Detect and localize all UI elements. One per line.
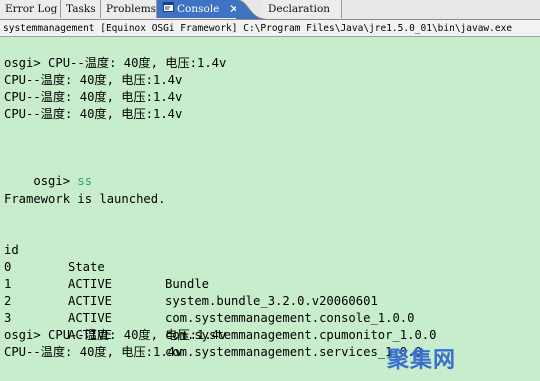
- console-prompt: osgi>: [33, 174, 78, 188]
- console-line: Framework is launched.: [4, 192, 166, 206]
- table-row: 3 ACTIVE com.systemmanagement.services_1…: [4, 293, 524, 359]
- bundle-state: ACTIVE: [68, 311, 113, 325]
- console-line: osgi> CPU--温度: 40度, 电压:1.4v: [4, 56, 227, 70]
- view-tab-bar: Error Log Tasks Problems Console ✕ Decla…: [0, 0, 540, 20]
- tab-error-log-label: Error Log: [5, 3, 58, 15]
- tab-declaration[interactable]: Declaration: [262, 0, 342, 18]
- console-line: CPU--温度: 40度, 电压:1.4v: [4, 90, 183, 104]
- tab-problems-label: Problems: [106, 3, 157, 15]
- tab-problems[interactable]: Problems: [101, 0, 157, 18]
- console-launch-description: systemmanagement [Equinox OSGi Framework…: [0, 20, 540, 37]
- bundle-name: com.systemmanagement.services_1.0.0: [165, 345, 422, 359]
- watermark-logo: 聚集网: [386, 348, 456, 373]
- console-line: CPU--温度: 40度, 电压:1.4v: [4, 107, 183, 121]
- console-command-line: osgi> ss: [4, 156, 92, 188]
- console-line: CPU--温度: 40度, 电压:1.4v: [4, 345, 183, 359]
- table-row: 0 ACTIVE system.bundle_3.2.0.v20060601: [4, 242, 524, 308]
- tab-tasks-label: Tasks: [66, 3, 96, 15]
- console-line: CPU--温度: 40度, 电压:1.4v: [4, 73, 183, 87]
- tab-error-log[interactable]: Error Log: [0, 0, 61, 18]
- bundle-table-header: id State Bundle: [4, 225, 524, 291]
- tab-console-label: Console: [177, 3, 220, 15]
- table-row: 1 ACTIVE com.systemmanagement.console_1.…: [4, 259, 524, 325]
- tab-tasks[interactable]: Tasks: [61, 0, 101, 18]
- tab-console[interactable]: Console ✕: [157, 0, 239, 18]
- console-output[interactable]: osgi> CPU--温度: 40度, 电压:1.4v CPU--温度: 40度…: [0, 38, 540, 381]
- console-line: osgi> CPU--温度: 40度, 电压:1.4v: [4, 328, 227, 342]
- bundle-name: com.systemmanagement.console_1.0.0: [165, 311, 415, 325]
- bundle-id: 3: [4, 311, 12, 325]
- tab-declaration-label: Declaration: [268, 3, 331, 15]
- table-row: 2 ACTIVE com.systemmanagement.cpumonitor…: [4, 276, 524, 342]
- console-command: ss: [77, 174, 93, 188]
- console-icon: [163, 0, 174, 18]
